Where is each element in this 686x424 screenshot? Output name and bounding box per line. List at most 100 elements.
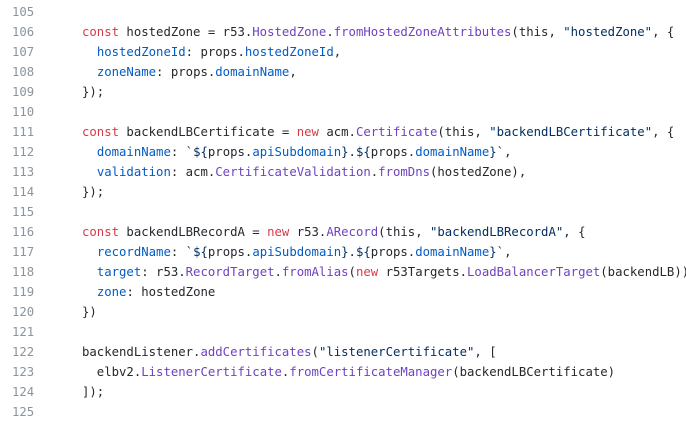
code-token-entity: addCertificates: [200, 345, 312, 359]
line-number[interactable]: 120: [0, 302, 46, 322]
line-number[interactable]: 105: [0, 2, 46, 22]
line-number[interactable]: 113: [0, 162, 46, 182]
code-token-string: "hostedZone": [563, 25, 653, 39]
code-line: 119 zone: hostedZone: [0, 282, 686, 302]
code-token-plain: r53.: [296, 225, 327, 239]
line-number[interactable]: 119: [0, 282, 46, 302]
code-token-prop: domainName: [96, 145, 171, 159]
code-token-plain: :: [170, 145, 186, 159]
line-code[interactable]: recordName: `${props.apiSubdomain}.${pro…: [46, 242, 686, 262]
code-token-plain: props.: [370, 145, 416, 159]
code-token-plain: (this,: [437, 125, 490, 139]
line-code[interactable]: }): [46, 302, 686, 322]
code-token-prop: zone: [96, 285, 127, 299]
code-token-plain: ]);: [82, 385, 105, 399]
line-code[interactable]: validation: acm.CertificateValidation.fr…: [46, 162, 686, 182]
code-token-plain: elbv2.: [82, 365, 142, 379]
code-view: 105 106 const hostedZone = r53.HostedZone.…: [0, 0, 686, 424]
line-code[interactable]: const backendLBRecordA = new r53.ARecord…: [46, 222, 686, 242]
code-token-plain: : props.: [156, 65, 216, 79]
code-token-keyword: const: [82, 225, 127, 239]
code-token-plain: (hostedZone),: [430, 165, 527, 179]
line-code[interactable]: zone: hostedZone: [46, 282, 686, 302]
line-number[interactable]: 112: [0, 142, 46, 162]
code-line: 112 domainName: `${props.apiSubdomain}.$…: [0, 142, 686, 162]
code-line: 108 zoneName: props.domainName,: [0, 62, 686, 82]
code-line: 124]);: [0, 382, 686, 402]
code-token-prop: target: [96, 265, 142, 279]
code-token-string: }`: [489, 145, 505, 159]
code-token-plain: : acm.: [170, 165, 216, 179]
line-number[interactable]: 109: [0, 82, 46, 102]
code-line: 125: [0, 402, 686, 422]
code-token-plain: , {: [563, 225, 586, 239]
line-number[interactable]: 110: [0, 102, 46, 122]
line-code[interactable]: [46, 322, 686, 342]
line-number[interactable]: 117: [0, 242, 46, 262]
code-token-plain: });: [82, 85, 105, 99]
line-number[interactable]: 108: [0, 62, 46, 82]
line-number[interactable]: 106: [0, 22, 46, 42]
code-token-prop: hostedZoneId: [244, 45, 334, 59]
line-number[interactable]: 111: [0, 122, 46, 142]
code-line: 111 const backendLBCertificate = new acm.…: [0, 122, 686, 142]
code-token-entity: CertificateValidation: [215, 165, 371, 179]
code-token-prop: domainName: [215, 65, 290, 79]
code-token-string: "listenerCertificate": [318, 345, 475, 359]
line-code[interactable]: domainName: `${props.apiSubdomain}.${pro…: [46, 142, 686, 162]
line-number[interactable]: 124: [0, 382, 46, 402]
line-code[interactable]: });: [46, 82, 686, 102]
line-code[interactable]: [46, 402, 686, 422]
line-number[interactable]: 114: [0, 182, 46, 202]
line-code[interactable]: zoneName: props.domainName,: [46, 62, 686, 82]
line-code[interactable]: target: r53.RecordTarget.fromAlias(new r…: [46, 262, 686, 282]
code-token-plain: hostedZone = r53.: [126, 25, 253, 39]
line-number[interactable]: 115: [0, 202, 46, 222]
code-token-plain: .: [326, 25, 334, 39]
code-token-plain: }): [82, 305, 97, 319]
line-number[interactable]: 123: [0, 362, 46, 382]
line-code[interactable]: [46, 2, 686, 22]
code-token-string: }`: [489, 245, 505, 259]
line-number[interactable]: 116: [0, 222, 46, 242]
code-token-keyword: new: [296, 125, 327, 139]
code-token-prop: validation: [96, 165, 171, 179]
code-token-entity: HostedZone: [252, 25, 327, 39]
line-number[interactable]: 122: [0, 342, 46, 362]
line-code[interactable]: backendListener.addCertificates("listene…: [46, 342, 686, 362]
code-token-plain: .: [274, 265, 282, 279]
code-line: 113 validation: acm.CertificateValidatio…: [0, 162, 686, 182]
code-line: 116 const backendLBRecordA = new r53.ARec…: [0, 222, 686, 242]
code-token-prop: domainName: [415, 145, 490, 159]
code-line: 109});: [0, 82, 686, 102]
code-token-plain: ,: [504, 245, 512, 259]
code-token-plain: ,: [504, 145, 512, 159]
code-token-keyword: new: [355, 265, 386, 279]
code-token-string: }.${: [341, 145, 371, 159]
line-number[interactable]: 118: [0, 262, 46, 282]
line-code[interactable]: const hostedZone = r53.HostedZone.fromHo…: [46, 22, 686, 42]
line-number[interactable]: 107: [0, 42, 46, 62]
line-code[interactable]: const backendLBCertificate = new acm.Cer…: [46, 122, 686, 142]
line-code[interactable]: elbv2.ListenerCertificate.fromCertificat…: [46, 362, 686, 382]
code-token-prop: hostedZoneId: [96, 45, 186, 59]
code-token-entity: RecordTarget: [185, 265, 275, 279]
code-token-plain: :: [170, 245, 186, 259]
line-code[interactable]: [46, 102, 686, 122]
line-code[interactable]: hostedZoneId: props.hostedZoneId,: [46, 42, 686, 62]
code-token-plain: props.: [207, 245, 253, 259]
line-number[interactable]: 121: [0, 322, 46, 342]
line-code[interactable]: ]);: [46, 382, 686, 402]
code-token-keyword: const: [82, 25, 127, 39]
code-token-prop: domainName: [415, 245, 490, 259]
line-code[interactable]: });: [46, 182, 686, 202]
line-number[interactable]: 125: [0, 402, 46, 422]
line-code[interactable]: [46, 202, 686, 222]
code-token-entity: ARecord: [326, 225, 379, 239]
code-token-plain: backendListener.: [82, 345, 201, 359]
code-line: 115: [0, 202, 686, 222]
code-token-plain: (this,: [378, 225, 430, 239]
